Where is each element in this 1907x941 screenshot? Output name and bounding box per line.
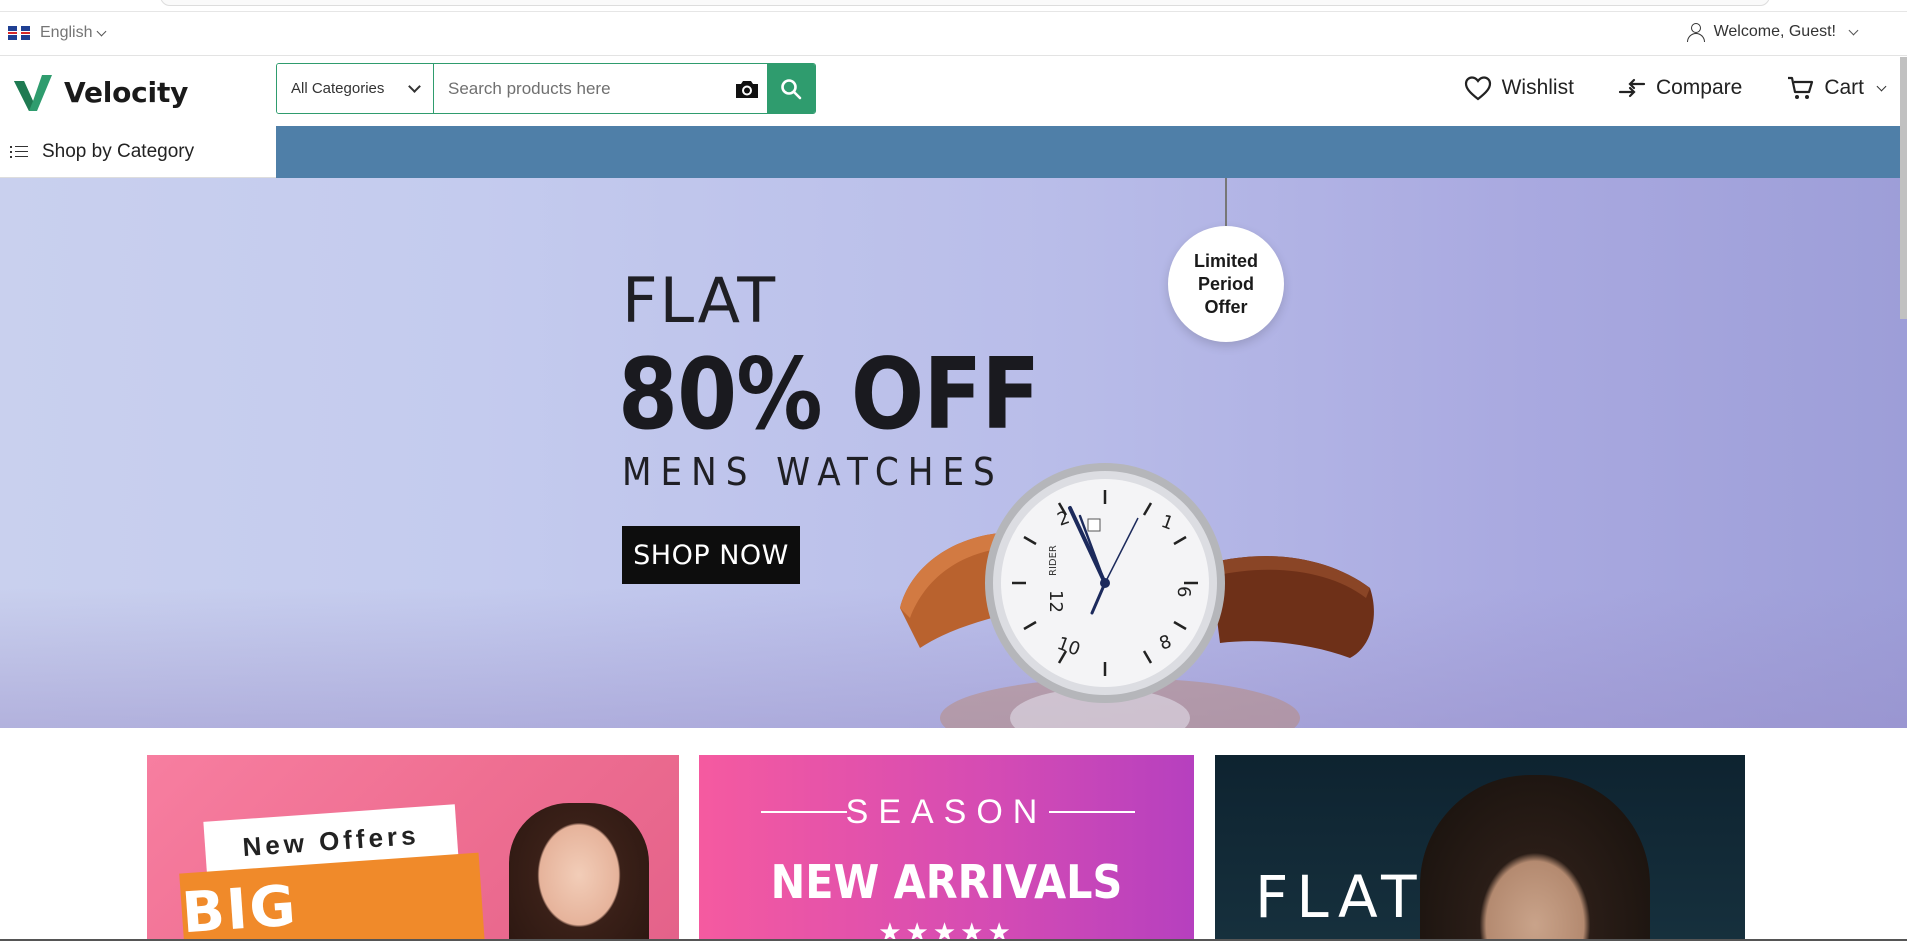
watch-brand-text: RIDER (1048, 545, 1059, 576)
search-icon (781, 78, 802, 99)
cart-label: Cart (1824, 76, 1864, 99)
svg-text:12: 12 (1045, 590, 1066, 613)
shop-by-category-button[interactable]: Shop by Category (0, 126, 276, 178)
promo-card-flat-kids[interactable]: FLAT (1215, 755, 1745, 941)
compare-arrows-icon (1618, 78, 1646, 98)
heart-icon (1464, 76, 1491, 101)
chevron-down-icon (408, 79, 421, 93)
search-bar: All Categories (276, 63, 816, 114)
wrist-watch-image: 2 1 8 10 12 6 RIDER (900, 463, 1374, 728)
model-portrait-image (509, 803, 649, 941)
promo-card-big-sale[interactable]: New Offers BIG SALE (147, 755, 679, 941)
header-actions: Wishlist Compare Cart (1464, 75, 1887, 101)
tag-line-2: Period (1197, 273, 1254, 294)
stars-decoration: ★★★★★ (878, 917, 1015, 941)
tag-line-3: Offer (1204, 296, 1248, 317)
utility-bar: English Welcome, Guest! (0, 12, 1907, 56)
chevron-down-icon (97, 26, 107, 36)
language-selector[interactable]: English (8, 24, 107, 42)
new-arrivals-label: NEW ARRIVALS (770, 855, 1123, 909)
search-input[interactable] (434, 64, 727, 113)
logo-text: Velocity (64, 75, 189, 109)
category-select-label: All Categories (291, 80, 385, 97)
shop-by-category-label: Shop by Category (42, 140, 195, 162)
user-icon (1686, 22, 1706, 42)
camera-icon (736, 80, 758, 98)
category-navigation-bar: Shop by Category (0, 126, 1907, 178)
svg-text:6: 6 (1173, 586, 1194, 597)
page-scrollbar[interactable] (1900, 57, 1907, 319)
shop-now-button[interactable]: SHOP NOW (622, 526, 800, 584)
main-header: Velocity All Categories Wishlis (0, 57, 1907, 125)
tag-string (1225, 178, 1227, 228)
promo-card-new-arrivals[interactable]: SEASON NEW ARRIVALS ★★★★★ (699, 755, 1194, 941)
image-search-button[interactable] (727, 64, 767, 113)
site-logo[interactable]: Velocity (12, 71, 188, 113)
hero-flat-text: FLAT (622, 264, 778, 337)
chevron-down-icon (1848, 25, 1859, 35)
uk-flag-icon (8, 26, 30, 40)
compare-label: Compare (1655, 76, 1743, 99)
tag-line-1: Limited (1193, 250, 1258, 271)
flat-label: FLAT (1255, 863, 1425, 931)
browser-top-strip (0, 0, 1907, 12)
welcome-label: Welcome, Guest! (1713, 23, 1836, 40)
wishlist-link[interactable]: Wishlist (1464, 75, 1574, 101)
chevron-down-icon (1876, 81, 1887, 91)
compare-link[interactable]: Compare (1618, 76, 1742, 100)
account-menu[interactable]: Welcome, Guest! (1686, 22, 1859, 42)
child-portrait-image (1420, 775, 1650, 941)
language-label: English (40, 24, 93, 41)
hero-banner[interactable]: FLAT 80% OFF MENS WATCHES SHOP NOW Limit… (0, 178, 1907, 728)
cart-icon (1788, 76, 1814, 99)
wishlist-label: Wishlist (1501, 76, 1574, 99)
cart-link[interactable]: Cart (1786, 75, 1887, 101)
list-menu-icon (10, 145, 28, 159)
search-button[interactable] (767, 64, 815, 113)
season-label: SEASON (845, 793, 1048, 831)
velocity-logo-icon (14, 75, 52, 111)
address-bar-edge (160, 0, 1770, 6)
category-select[interactable]: All Categories (277, 64, 434, 113)
limited-offer-tag: Limited Period Offer (1168, 226, 1284, 342)
